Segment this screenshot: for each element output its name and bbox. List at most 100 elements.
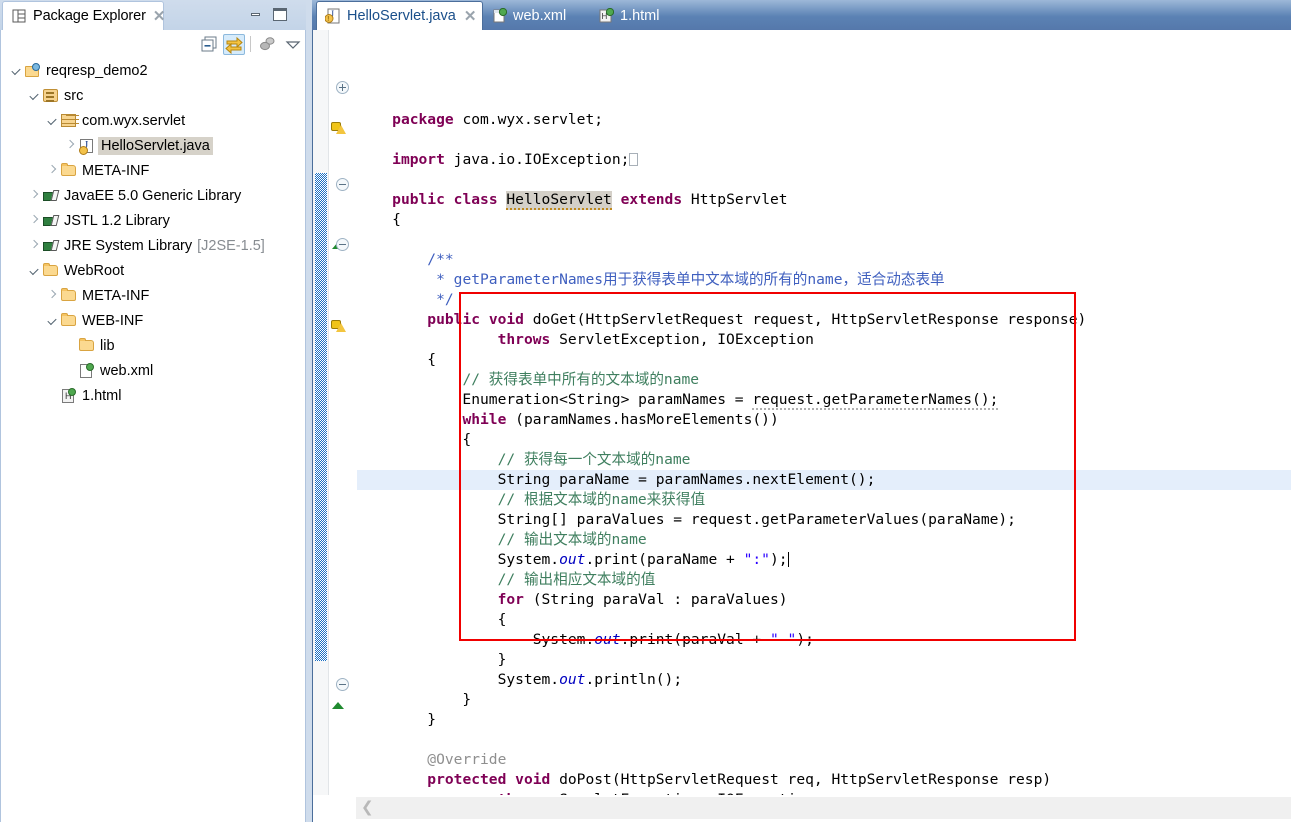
minimize-view-button[interactable] — [249, 8, 263, 21]
code-line: } — [357, 691, 472, 708]
editor-tab-helloservlet-java[interactable]: J! HelloServlet.java ✕ — [316, 1, 484, 30]
fold-expand-import-icon[interactable] — [336, 81, 349, 94]
chevron-right-icon[interactable] — [27, 208, 42, 233]
tree-item-com-wyx-servlet[interactable]: com.wyx.servlet — [1, 108, 305, 133]
chevron-down-icon[interactable] — [27, 83, 42, 108]
hscroll-left-arrow-icon[interactable]: ❮ — [361, 800, 374, 815]
code-line: public class HelloServlet extends HttpSe… — [392, 191, 788, 210]
project-icon — [24, 62, 42, 79]
eclipse-workbench-window: Package Explorer ✕ reqresp_demo2 src com… — [0, 0, 1291, 822]
code-line: System.out.print(paraVal + " "); — [357, 631, 814, 648]
tree-item-label: web.xml — [100, 362, 154, 379]
code-line: // 根据文本域的name来获得值 — [497, 491, 706, 508]
override-marker-icon-2[interactable] — [332, 701, 345, 710]
code-line: for (String paraVal : paraValues) — [497, 591, 788, 608]
tree-item-jre-system-library[interactable]: JRE System Library [J2SE-1.5] — [1, 233, 305, 258]
fold-collapse-javadoc-icon[interactable] — [336, 178, 349, 191]
tree-item-label: 1.html — [82, 387, 122, 404]
tree-item-web-inf[interactable]: WEB-INF — [1, 308, 305, 333]
xml-file-icon — [78, 362, 96, 379]
tree-item-javaee-5-0-generic-library[interactable]: JavaEE 5.0 Generic Library — [1, 183, 305, 208]
code-line: Enumeration<String> paramNames = request… — [357, 391, 999, 410]
code-line: * getParameterNames用于获得表单中文本域的所有的name，适合… — [427, 271, 945, 288]
collapse-all-icon[interactable] — [199, 34, 221, 55]
code-line: /** — [427, 251, 454, 268]
folder-icon — [60, 287, 78, 304]
editor-tab-1-html[interactable]: H 1.html — [590, 1, 678, 30]
code-line: } — [357, 651, 507, 668]
fold-collapse-dopost-icon[interactable] — [336, 678, 349, 691]
tab-package-explorer[interactable]: Package Explorer ✕ — [2, 1, 166, 30]
fold-collapse-doget-icon[interactable] — [336, 238, 349, 251]
tree-item-meta-inf[interactable]: META-INF — [1, 158, 305, 183]
package-explorer-icon — [11, 8, 27, 24]
code-line: package com.wyx.servlet; — [392, 111, 604, 128]
folding-ruler[interactable] — [330, 30, 356, 795]
view-menu-arrow-icon[interactable] — [282, 34, 304, 55]
svg-text:!: ! — [327, 16, 329, 23]
change-bar — [315, 173, 327, 661]
annotation-ruler[interactable] — [313, 30, 329, 795]
java-file-icon: J! — [324, 8, 341, 24]
chevron-down-icon[interactable] — [27, 258, 42, 283]
package-explorer-tree[interactable]: reqresp_demo2src com.wyx.servlet HelloServ… — [0, 58, 306, 822]
tree-item-label: META-INF — [82, 162, 150, 179]
tree-item-web-xml[interactable]: web.xml — [1, 358, 305, 383]
chevron-right-icon[interactable] — [27, 233, 42, 258]
warning-marker-icon-2[interactable] — [331, 318, 346, 333]
chevron-down-icon[interactable] — [45, 108, 60, 133]
code-line: String paraName = paramNames.nextElement… — [357, 471, 876, 488]
tree-item-label: src — [64, 87, 84, 104]
tree-item-lib[interactable]: lib — [1, 333, 305, 358]
code-line: // 获得表单中所有的文本域的name — [462, 371, 700, 388]
tree-item-1-html[interactable]: 1.html — [1, 383, 305, 408]
chevron-down-icon[interactable] — [45, 308, 60, 333]
maximize-view-button[interactable] — [273, 8, 287, 21]
chevron-right-icon[interactable] — [63, 133, 78, 158]
tree-item-helloservlet-java[interactable]: HelloServlet.java — [1, 133, 305, 158]
code-line: System.out.println(); — [357, 671, 683, 688]
package-explorer-toolbar — [0, 30, 306, 58]
chevron-right-icon[interactable] — [45, 158, 60, 183]
folder-icon — [60, 162, 78, 179]
code-line: */ — [427, 291, 454, 308]
package-explorer-tab-label: Package Explorer — [33, 8, 146, 24]
code-line: } — [357, 711, 437, 728]
toolbar-separator — [250, 36, 251, 52]
code-text[interactable]: package com.wyx.servlet; import java.io.… — [357, 30, 1291, 795]
tree-item-label: JSTL 1.2 Library — [64, 212, 170, 229]
close-icon[interactable]: ✕ — [153, 9, 166, 24]
close-icon[interactable]: ✕ — [464, 9, 477, 24]
link-with-editor-icon[interactable] — [223, 34, 245, 55]
code-line: { — [357, 431, 472, 448]
tree-item-label: WebRoot — [64, 262, 125, 279]
tree-item-reqresp-demo2[interactable]: reqresp_demo2 — [1, 58, 305, 83]
code-line: protected void doPost(HttpServletRequest… — [427, 771, 1052, 788]
code-lines-container: package com.wyx.servlet; import java.io.… — [357, 90, 1291, 795]
tree-item-label: HelloServlet.java — [98, 136, 213, 155]
editor-area: J! HelloServlet.java ✕ web.xml H 1.html packa… — [312, 0, 1291, 822]
code-line: { — [357, 611, 507, 628]
editor-tab-label: web.xml — [513, 7, 567, 24]
chevron-right-icon[interactable] — [45, 283, 60, 308]
chevron-right-icon[interactable] — [27, 183, 42, 208]
chevron-down-icon[interactable] — [9, 58, 24, 83]
code-line: { — [357, 351, 437, 368]
editor-horizontal-scrollbar[interactable]: ❮ — [312, 795, 1291, 822]
focus-on-active-task-icon[interactable] — [257, 34, 279, 55]
editor-tab-label: 1.html — [620, 7, 660, 24]
tree-item-label: lib — [100, 337, 115, 354]
editor-tab-web-xml[interactable]: web.xml — [483, 1, 584, 30]
warning-marker-icon[interactable] — [331, 120, 346, 135]
tree-item-src[interactable]: src — [1, 83, 305, 108]
html-file-icon: H — [598, 7, 615, 24]
java-editor[interactable]: package com.wyx.servlet; import java.io.… — [312, 30, 1291, 795]
tree-item-jstl-1-2-library[interactable]: JSTL 1.2 Library — [1, 208, 305, 233]
tree-item-meta-inf[interactable]: META-INF — [1, 283, 305, 308]
tree-item-webroot[interactable]: WebRoot — [1, 258, 305, 283]
hscroll-track[interactable] — [356, 797, 1291, 819]
